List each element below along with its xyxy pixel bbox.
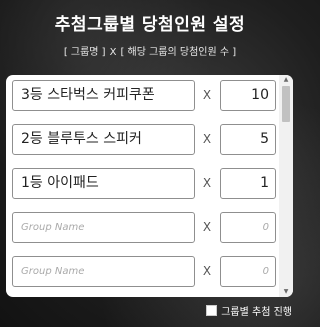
legend-group-name: [ 그룹명 ] (63, 47, 106, 58)
multiply-sign: X (202, 88, 212, 102)
scrollbar-thumb[interactable] (282, 86, 290, 122)
arrow-up-icon[interactable]: ▲ (279, 75, 293, 85)
winner-count-input[interactable]: 10 (220, 80, 276, 111)
page-title: 추첨그룹별 당첨인원 설정 (54, 15, 246, 35)
multiply-sign: X (202, 220, 212, 234)
multiply-sign: X (202, 176, 212, 190)
winner-count-input[interactable]: 1 (220, 168, 276, 199)
multiply-sign: X (202, 132, 212, 146)
winner-count-input[interactable]: 0 (220, 212, 276, 243)
group-row: Group Name X 0 (6, 212, 279, 245)
group-rows-list: 3등 스타벅스 커피쿠폰 X 10 2등 블루투스 스피커 X 5 1등 아이패… (6, 75, 279, 297)
group-name-input[interactable]: Group Name (12, 212, 195, 243)
group-name-input[interactable]: Group Name (12, 256, 195, 287)
group-row: 2등 블루투스 스피커 X 5 (6, 124, 279, 157)
group-name-input[interactable]: 3등 스타벅스 커피쿠폰 (12, 80, 195, 111)
group-row: Group Name X 0 (6, 256, 279, 289)
arrow-down-icon[interactable]: ▼ (279, 287, 293, 297)
group-draw-option[interactable]: 그룹별 추첨 진행 (206, 303, 292, 318)
group-name-input[interactable]: 1등 아이패드 (12, 168, 195, 199)
group-draw-checkbox[interactable] (206, 304, 218, 316)
group-row: 1등 아이패드 X 1 (6, 168, 279, 201)
group-row: 3등 스타벅스 커피쿠폰 X 10 (6, 80, 279, 113)
group-settings-panel: 3등 스타벅스 커피쿠폰 X 10 2등 블루투스 스피커 X 5 1등 아이패… (6, 75, 293, 297)
winner-count-input[interactable]: 0 (220, 256, 276, 287)
column-legend: [ 그룹명 ] X[ 해당 그룹의 당첨인원 수 ] (0, 43, 300, 58)
winner-count-input[interactable]: 5 (220, 124, 276, 155)
legend-winner-count: [ 해당 그룹의 당첨인원 수 ] (120, 47, 237, 58)
group-name-input[interactable]: 2등 블루투스 스피커 (12, 124, 195, 155)
group-draw-label: 그룹별 추첨 진행 (221, 306, 292, 318)
legend-times: X (109, 47, 117, 58)
multiply-sign: X (202, 264, 212, 278)
vertical-scrollbar[interactable]: ▲ ▼ (279, 75, 293, 297)
